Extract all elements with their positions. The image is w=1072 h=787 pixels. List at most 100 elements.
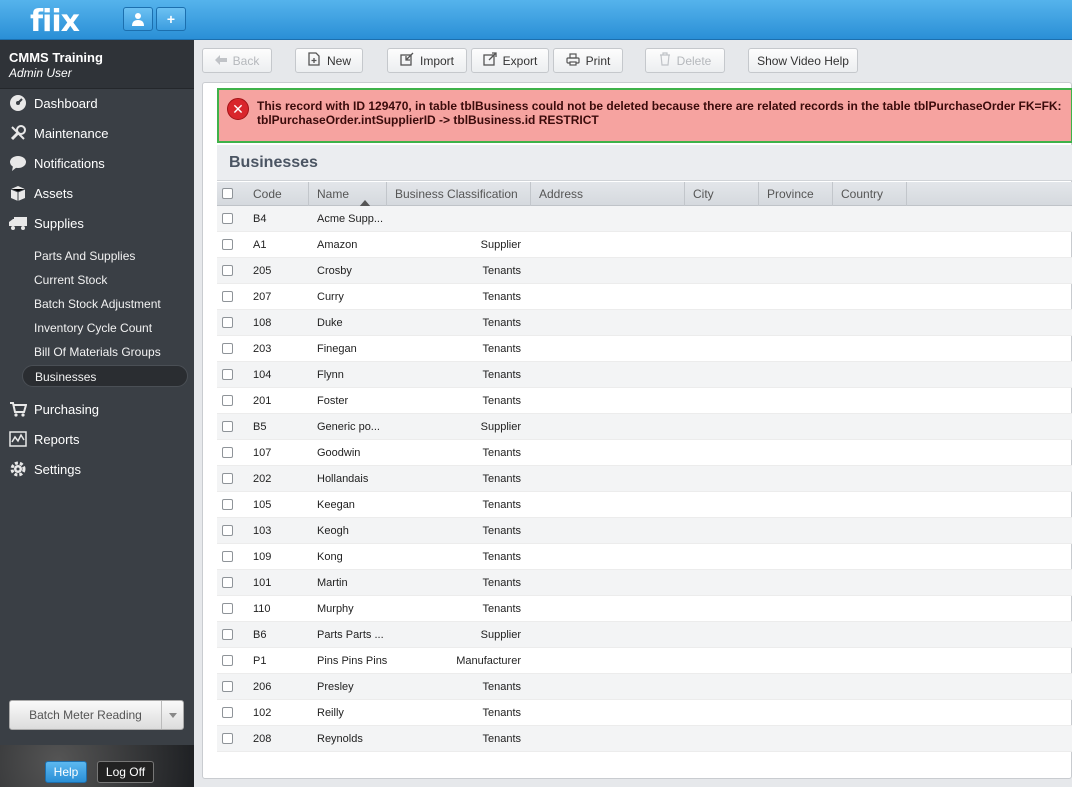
row-checkbox[interactable]: [222, 577, 233, 588]
row-checkbox[interactable]: [222, 317, 233, 328]
table-row[interactable]: B5 Generic po... Supplier: [217, 414, 1072, 440]
row-checkbox[interactable]: [222, 291, 233, 302]
sidebar-item-dashboard[interactable]: Dashboard: [0, 89, 194, 117]
help-button[interactable]: Help: [45, 761, 87, 783]
log-off-button[interactable]: Log Off: [97, 761, 154, 783]
table-row[interactable]: 107 Goodwin Tenants: [217, 440, 1072, 466]
sidebar-subitem-inventory-cycle-count[interactable]: Inventory Cycle Count: [22, 317, 188, 339]
row-checkbox[interactable]: [222, 733, 233, 744]
table-row[interactable]: 109 Kong Tenants: [217, 544, 1072, 570]
sidebar-subitem-current-stock[interactable]: Current Stock: [22, 269, 188, 291]
sidebar-item-assets[interactable]: Assets: [0, 179, 194, 207]
column-header-city[interactable]: City: [685, 182, 759, 206]
row-checkbox[interactable]: [222, 603, 233, 614]
table-row[interactable]: 208 Reynolds Tenants: [217, 726, 1072, 752]
row-checkbox[interactable]: [222, 239, 233, 250]
row-checkbox[interactable]: [222, 473, 233, 484]
table-row[interactable]: 203 Finegan Tenants: [217, 336, 1072, 362]
import-button[interactable]: Import: [387, 48, 467, 73]
sidebar-item-maintenance[interactable]: Maintenance: [0, 119, 194, 147]
row-checkbox[interactable]: [222, 213, 233, 224]
export-button[interactable]: Export: [471, 48, 549, 73]
row-checkbox[interactable]: [222, 707, 233, 718]
sidebar-item-purchasing[interactable]: Purchasing: [0, 395, 194, 423]
cell-name[interactable]: Generic po...: [317, 414, 397, 440]
sidebar-subitem-batch-stock-adjustment[interactable]: Batch Stock Adjustment: [22, 293, 188, 315]
select-all-checkbox[interactable]: [222, 188, 233, 199]
table-row[interactable]: 108 Duke Tenants: [217, 310, 1072, 336]
table-row[interactable]: 105 Keegan Tenants: [217, 492, 1072, 518]
column-header-name[interactable]: Name: [309, 182, 387, 207]
table-row[interactable]: 207 Curry Tenants: [217, 284, 1072, 310]
table-row[interactable]: B4 Acme Supp...: [217, 206, 1072, 232]
back-button[interactable]: Back: [202, 48, 272, 73]
row-checkbox[interactable]: [222, 447, 233, 458]
sidebar-subitem-businesses[interactable]: Businesses: [22, 365, 188, 387]
row-checkbox[interactable]: [222, 421, 233, 432]
column-header-province[interactable]: Province: [759, 182, 833, 206]
cell-name[interactable]: Keegan: [317, 492, 397, 518]
table-row[interactable]: 110 Murphy Tenants: [217, 596, 1072, 622]
cell-name[interactable]: Curry: [317, 284, 397, 310]
cell-name[interactable]: Martin: [317, 570, 397, 596]
cell-name[interactable]: Amazon: [317, 232, 397, 258]
table-row[interactable]: 103 Keogh Tenants: [217, 518, 1072, 544]
sidebar-item-notifications[interactable]: Notifications: [0, 149, 194, 177]
column-header-address[interactable]: Address: [531, 182, 685, 206]
table-row[interactable]: B6 Parts Parts ... Supplier: [217, 622, 1072, 648]
cell-name[interactable]: Duke: [317, 310, 397, 336]
print-button[interactable]: Print: [553, 48, 623, 73]
new-button[interactable]: New: [295, 48, 363, 73]
table-row[interactable]: 104 Flynn Tenants: [217, 362, 1072, 388]
table-row[interactable]: 205 Crosby Tenants: [217, 258, 1072, 284]
row-checkbox[interactable]: [222, 655, 233, 666]
row-checkbox[interactable]: [222, 681, 233, 692]
batch-meter-reading-button[interactable]: Batch Meter Reading: [9, 700, 184, 730]
row-checkbox[interactable]: [222, 395, 233, 406]
row-checkbox[interactable]: [222, 629, 233, 640]
delete-button[interactable]: Delete: [645, 48, 725, 73]
chevron-down-icon[interactable]: [161, 701, 183, 729]
row-checkbox[interactable]: [222, 265, 233, 276]
cell-name[interactable]: Kong: [317, 544, 397, 570]
user-icon[interactable]: [123, 7, 153, 31]
row-checkbox[interactable]: [222, 369, 233, 380]
cell-name[interactable]: Reynolds: [317, 726, 397, 752]
cell-name[interactable]: Parts Parts ...: [317, 622, 397, 648]
cell-name[interactable]: Pins Pins Pins: [317, 648, 397, 674]
cell-name[interactable]: Keogh: [317, 518, 397, 544]
column-header-business-classification[interactable]: Business Classification: [387, 182, 531, 206]
column-header-country[interactable]: Country: [833, 182, 907, 206]
cell-name[interactable]: Acme Supp...: [317, 206, 397, 232]
table-row[interactable]: 101 Martin Tenants: [217, 570, 1072, 596]
table-row[interactable]: 201 Foster Tenants: [217, 388, 1072, 414]
cell-name[interactable]: Crosby: [317, 258, 397, 284]
sidebar-item-settings[interactable]: Settings: [0, 455, 194, 483]
add-icon[interactable]: +: [156, 7, 186, 31]
table-row[interactable]: 102 Reilly Tenants: [217, 700, 1072, 726]
cell-name[interactable]: Finegan: [317, 336, 397, 362]
sidebar-item-supplies[interactable]: Supplies: [0, 209, 194, 237]
cell-name[interactable]: Flynn: [317, 362, 397, 388]
table-row[interactable]: A1 Amazon Supplier: [217, 232, 1072, 258]
show-video-help-button[interactable]: Show Video Help: [748, 48, 858, 73]
sidebar: CMMS Training Admin User Dashboard Maint…: [0, 40, 194, 787]
row-checkbox[interactable]: [222, 343, 233, 354]
table-row[interactable]: P1 Pins Pins Pins Manufacturer: [217, 648, 1072, 674]
column-header-code[interactable]: Code: [245, 182, 309, 206]
cell-name[interactable]: Presley: [317, 674, 397, 700]
cell-name[interactable]: Foster: [317, 388, 397, 414]
fiix-logo[interactable]: fiix: [30, 4, 80, 39]
cell-name[interactable]: Murphy: [317, 596, 397, 622]
row-checkbox[interactable]: [222, 551, 233, 562]
sidebar-subitem-bill-of-materials-groups[interactable]: Bill Of Materials Groups: [22, 341, 188, 363]
row-checkbox[interactable]: [222, 525, 233, 536]
cell-name[interactable]: Hollandais: [317, 466, 397, 492]
cell-name[interactable]: Reilly: [317, 700, 397, 726]
sidebar-item-reports[interactable]: Reports: [0, 425, 194, 453]
cell-name[interactable]: Goodwin: [317, 440, 397, 466]
table-row[interactable]: 206 Presley Tenants: [217, 674, 1072, 700]
table-row[interactable]: 202 Hollandais Tenants: [217, 466, 1072, 492]
sidebar-subitem-parts-and-supplies[interactable]: Parts And Supplies: [22, 245, 188, 267]
row-checkbox[interactable]: [222, 499, 233, 510]
